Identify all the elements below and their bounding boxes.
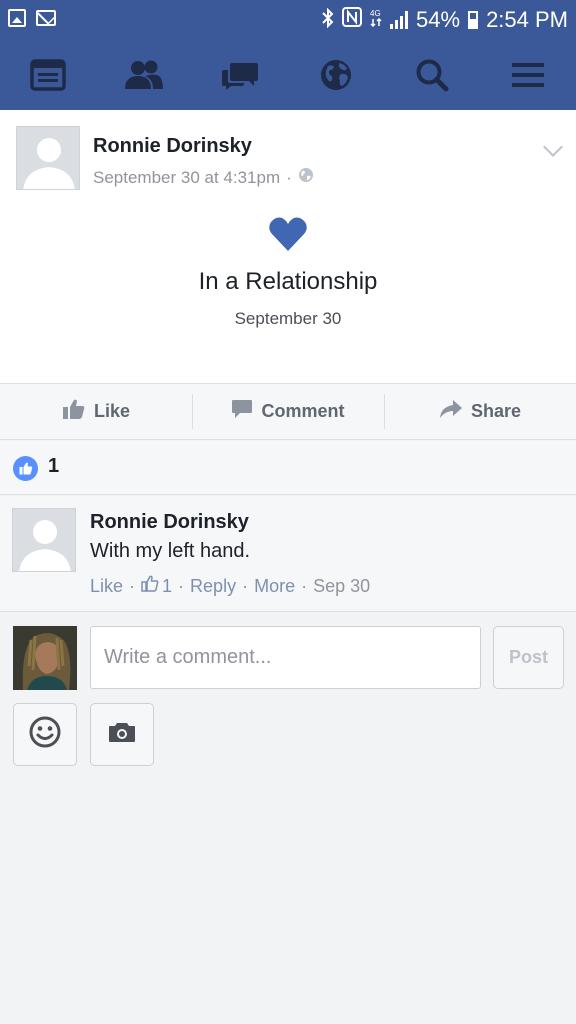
news-feed-icon[interactable] (16, 43, 80, 107)
life-event-date: September 30 (234, 309, 342, 328)
share-label: Share (470, 401, 522, 421)
menu-icon[interactable] (496, 43, 560, 107)
search-icon[interactable] (400, 43, 464, 107)
nfc-icon (342, 7, 363, 33)
post-comment-button[interactable]: Post (493, 626, 564, 689)
bluetooth-icon (322, 7, 334, 33)
comment-meta: Like · 1 · Reply · More · Sep 30 (90, 575, 370, 597)
post-action-bar: Like Comment Share (0, 383, 576, 440)
emoji-button[interactable] (13, 703, 77, 766)
reactions-row[interactable]: 1 (0, 441, 576, 495)
reaction-count: 1 (48, 455, 60, 477)
meta-separator: · (129, 575, 136, 596)
post-card: Ronnie Dorinsky September 30 at 4:31pm ·… (0, 110, 576, 383)
clock: 2:54 PM (486, 7, 568, 32)
post-timestamp[interactable]: September 30 at 4:31pm (93, 168, 280, 188)
data-4g-icon: 4G (370, 7, 382, 33)
heart-icon (268, 214, 308, 254)
comment-item: Ronnie Dorinsky With my left hand. Like … (0, 496, 576, 612)
thumbs-up-icon (62, 398, 86, 425)
mail-notification-icon (36, 10, 56, 26)
commenter-avatar[interactable] (12, 508, 76, 572)
comment-label: Comment (261, 401, 345, 421)
thumbs-up-outline-icon (141, 575, 159, 597)
meta-separator: · (178, 575, 185, 596)
friend-requests-icon[interactable] (112, 43, 176, 107)
chevron-down-icon[interactable] (543, 137, 563, 157)
commenter-name[interactable]: Ronnie Dorinsky (90, 511, 249, 534)
svg-text:4G: 4G (370, 9, 381, 18)
share-arrow-icon (439, 399, 463, 424)
like-label: Like (93, 401, 131, 421)
post-author-name[interactable]: Ronnie Dorinsky (93, 135, 252, 158)
comment-bubble-icon (231, 399, 253, 424)
smiley-icon (29, 716, 61, 753)
signal-icon (390, 11, 409, 29)
comment-like-link[interactable]: Like (90, 576, 123, 597)
comment-input[interactable] (90, 626, 481, 689)
meta-separator: · (301, 575, 308, 596)
comment-composer: Post (0, 613, 576, 1024)
meta-separator: · (242, 575, 249, 596)
life-event-title: In a Relationship (198, 268, 378, 295)
post-meta: September 30 at 4:31pm · (93, 167, 314, 188)
current-user-avatar (13, 626, 77, 690)
public-globe-icon (298, 167, 314, 188)
share-button[interactable]: Share (384, 384, 576, 439)
author-avatar[interactable] (16, 126, 80, 190)
like-button[interactable]: Like (0, 384, 192, 439)
messages-icon[interactable] (208, 43, 272, 107)
comment-timestamp[interactable]: Sep 30 (313, 576, 370, 597)
camera-button[interactable] (90, 703, 154, 766)
comment-more-link[interactable]: More (254, 576, 295, 597)
notifications-globe-icon[interactable] (304, 43, 368, 107)
like-reaction-icon (13, 456, 38, 481)
status-bar: 4G 54% 2:54 PM (0, 0, 576, 40)
comment-reply-link[interactable]: Reply (190, 576, 236, 597)
comment-text: With my left hand. (90, 540, 251, 562)
comment-button[interactable]: Comment (192, 384, 384, 439)
top-nav-bar (0, 40, 576, 110)
comment-like-number: 1 (162, 575, 173, 596)
image-notification-icon (8, 9, 26, 27)
camera-icon (108, 721, 136, 748)
meta-separator: · (286, 167, 292, 187)
comment-like-count[interactable]: 1 (141, 575, 172, 597)
battery-icon (468, 11, 479, 29)
battery-percent: 54% (416, 7, 461, 32)
